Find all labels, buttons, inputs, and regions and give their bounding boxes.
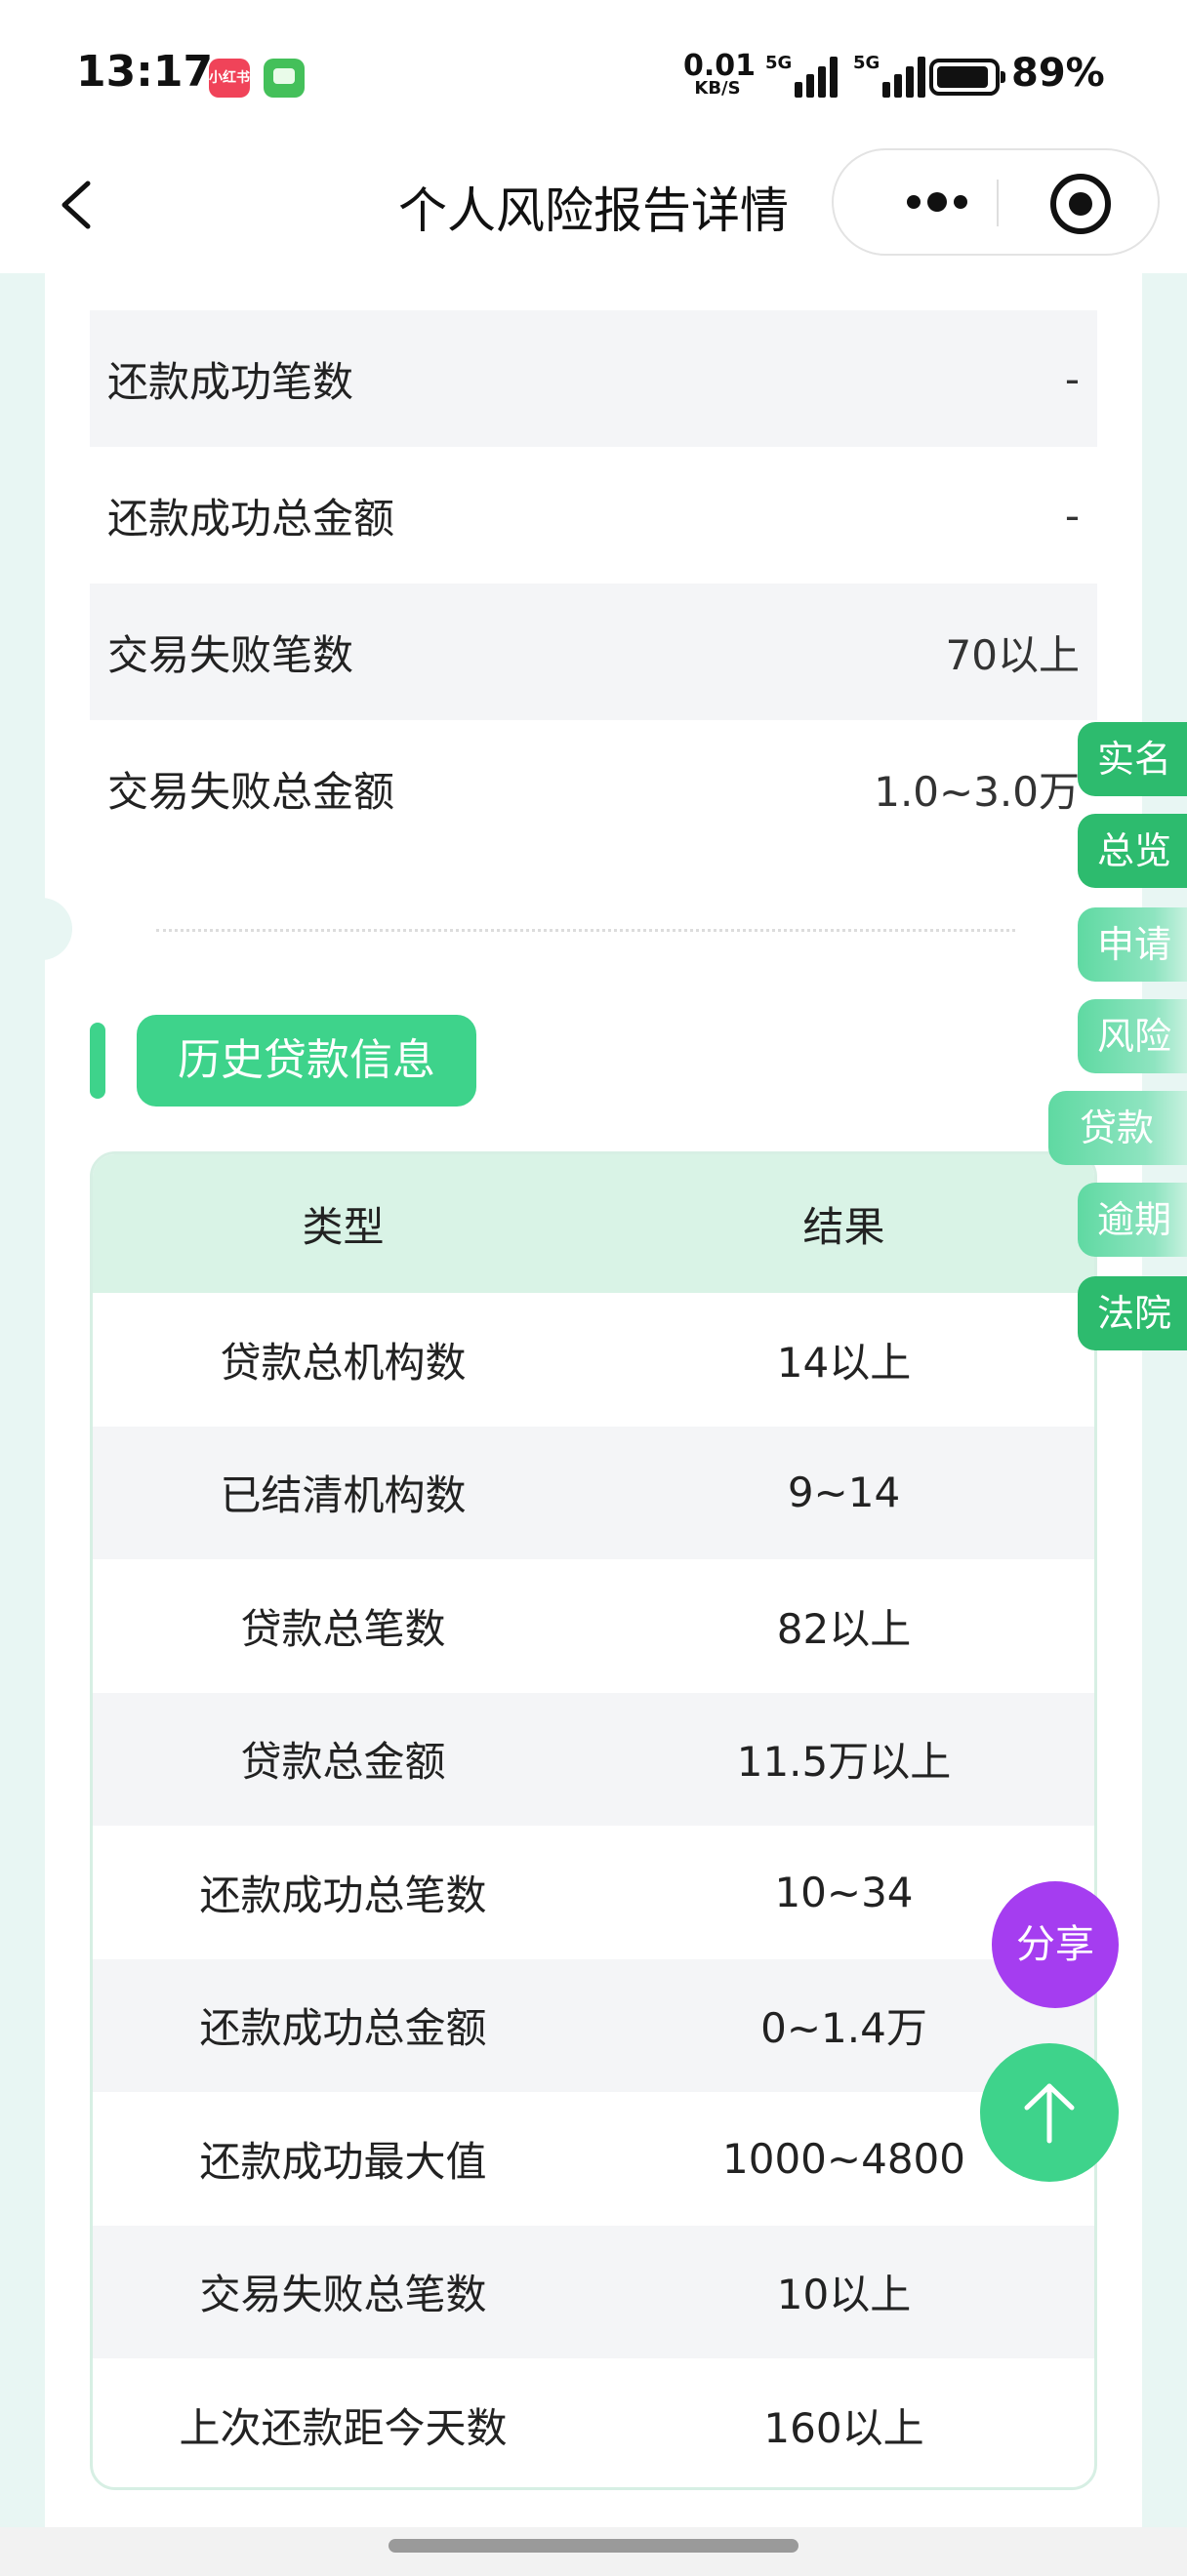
close-miniprogram-icon[interactable] bbox=[1046, 170, 1115, 238]
xiaohongshu-icon: 小红书 bbox=[209, 59, 250, 98]
column-header-result: 结果 bbox=[802, 1202, 885, 1251]
side-nav-fayuan[interactable]: 法院 bbox=[1078, 1276, 1187, 1350]
side-nav-fengxian[interactable]: 风险 bbox=[1078, 999, 1187, 1073]
side-nav-yuqi[interactable]: 逾期 bbox=[1078, 1183, 1187, 1257]
miniprogram-capsule bbox=[832, 148, 1160, 256]
capsule-divider bbox=[997, 180, 999, 226]
nav-bar: 个人风险报告详情 bbox=[0, 146, 1187, 273]
column-header-type: 类型 bbox=[302, 1202, 385, 1251]
battery-icon bbox=[929, 59, 1005, 96]
section-divider bbox=[156, 929, 1015, 932]
loan-history-table: 类型 结果 贷款总机构数 14以上 已结清机构数 9~14 贷款总笔数 82以上… bbox=[90, 1151, 1097, 2490]
share-button[interactable]: 分享 bbox=[992, 1881, 1119, 2008]
side-nav-zonglan[interactable]: 总览 bbox=[1078, 814, 1187, 888]
status-time: 13:17 bbox=[76, 47, 214, 97]
table-row: 还款成功总金额 - bbox=[107, 491, 1080, 543]
table-row: 交易失败总金额 1.0~3.0万 bbox=[107, 767, 1080, 816]
table-row: 还款成功笔数 - bbox=[90, 310, 1097, 447]
signal-icon: 5G bbox=[765, 53, 838, 98]
battery-percent: 89% bbox=[1011, 51, 1105, 96]
back-to-top-button[interactable] bbox=[980, 2043, 1119, 2182]
table-row: 贷款总笔数 82以上 bbox=[240, 1604, 912, 1653]
side-nav-daikuan[interactable]: 贷款 bbox=[1048, 1091, 1187, 1165]
arrow-up-icon bbox=[1024, 2083, 1075, 2144]
more-icon[interactable] bbox=[879, 150, 996, 254]
table-row: 上次还款距今天数 160以上 bbox=[179, 2403, 924, 2452]
message-icon bbox=[264, 59, 305, 98]
section-accent-bar bbox=[90, 1023, 105, 1099]
table-row: 还款成功最大值 1000~4800 bbox=[199, 2134, 965, 2186]
table-row: 还款成功总笔数 10~34 bbox=[199, 1868, 914, 1919]
status-bar: 13:17 小红书 0.01 KB/S 5G 5G 89% bbox=[0, 0, 1187, 146]
table-row: 交易失败笔数 70以上 bbox=[90, 584, 1097, 720]
table-row: 贷款总机构数 14以上 bbox=[220, 1338, 912, 1387]
table-row: 交易失败总笔数 10以上 bbox=[93, 2225, 1094, 2358]
table-row: 贷款总金额 11.5万以上 bbox=[93, 1692, 1094, 1826]
signal-icon: 5G bbox=[853, 53, 925, 98]
side-nav-shiming[interactable]: 实名 bbox=[1078, 722, 1187, 796]
table-row: 还款成功总金额 0~1.4万 bbox=[93, 1958, 1094, 2092]
table-header: 类型 结果 bbox=[93, 1154, 1094, 1293]
table-row: 已结清机构数 9~14 bbox=[93, 1426, 1094, 1559]
section-title: 历史贷款信息 bbox=[137, 1015, 476, 1107]
network-speed: 0.01 KB/S bbox=[683, 49, 757, 99]
side-nav-shenqing[interactable]: 申请 bbox=[1078, 907, 1187, 982]
home-indicator[interactable] bbox=[389, 2539, 798, 2553]
